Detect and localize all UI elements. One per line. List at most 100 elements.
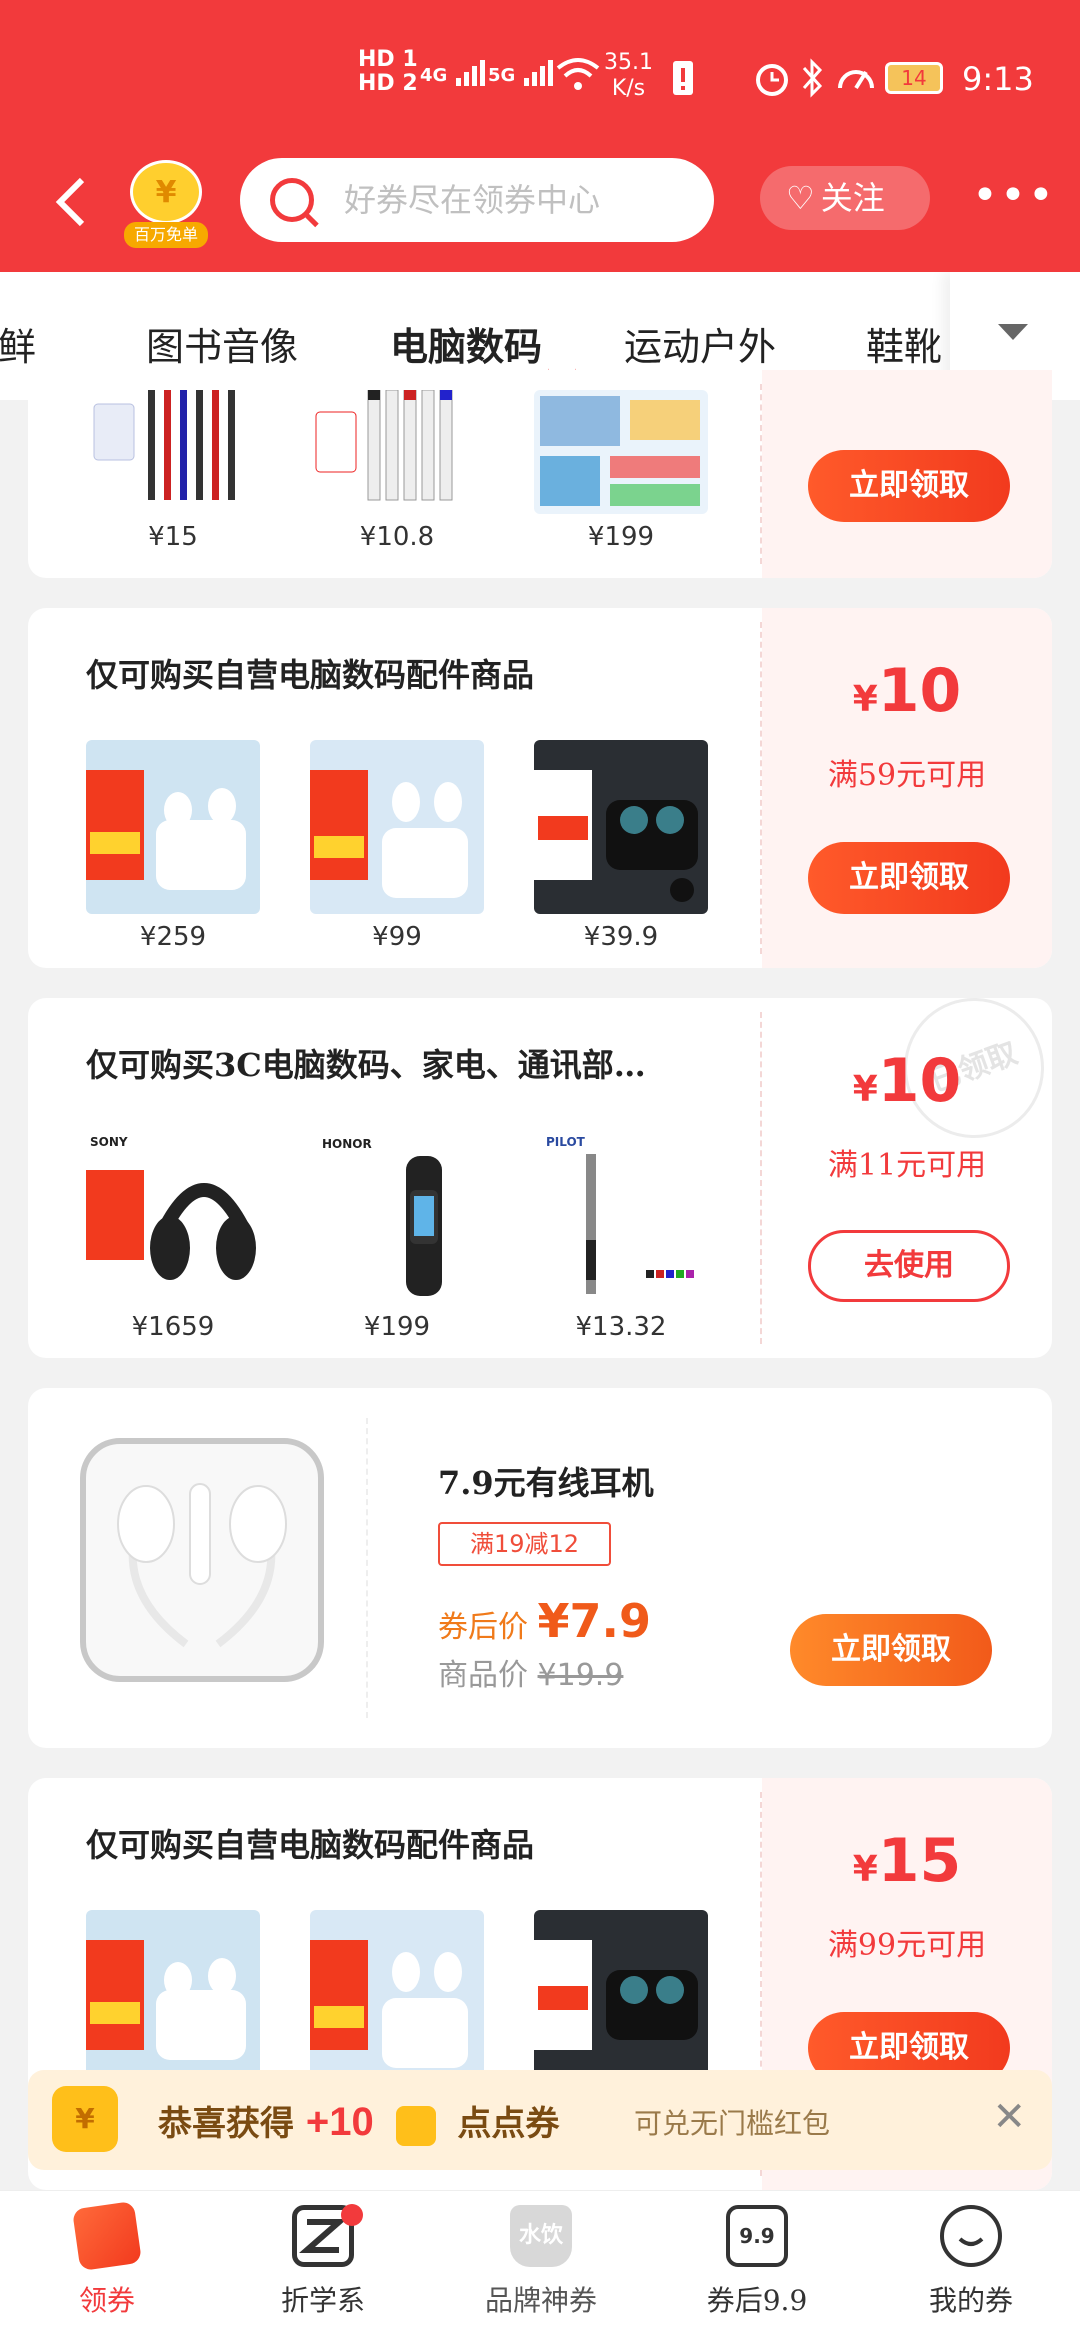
notification-dot: [341, 2204, 363, 2226]
earbuds-image: [86, 740, 260, 914]
product-price: ¥259: [139, 922, 207, 952]
pens-image: [93, 390, 235, 500]
close-icon[interactable]: ✕: [992, 2094, 1026, 2140]
amount-value: 10: [877, 656, 962, 726]
use-coupon-button[interactable]: 去使用: [808, 1230, 1010, 1302]
headphones-image: SONY: [86, 1130, 260, 1304]
claim-coupon-button[interactable]: 立即领取: [808, 450, 1010, 522]
nav-coupons[interactable]: 领券: [32, 2200, 182, 2319]
status-bar: HD 1 HD 2 4G 5G 35.1 K/s 14 9:13: [0, 0, 1080, 150]
after-coupon-value: ¥7.9: [537, 1594, 652, 1648]
bluetooth-icon: [802, 58, 823, 98]
product-item[interactable]: ¥259: [86, 740, 260, 952]
coupon-amount: ¥10: [762, 656, 1052, 726]
nav-label: 品牌神券: [484, 2284, 597, 2317]
earbuds-image-2: [310, 740, 484, 914]
nav-after-coupon-9-9[interactable]: 9.9 券后9.9: [682, 2205, 832, 2319]
product-item[interactable]: HONOR ¥199: [310, 1130, 484, 1342]
product-item[interactable]: ¥10.8: [310, 390, 484, 552]
wifi-icon: [556, 58, 600, 90]
nav-label: 我的券: [928, 2284, 1013, 2317]
svg-text:HONOR: HONOR: [322, 1137, 372, 1151]
nav-label: 领券: [78, 2284, 135, 2317]
toast-message: 恭喜获得 +10 点点券: [158, 2096, 559, 2146]
toast-coupon-name: 点点券: [457, 2104, 560, 2144]
mascot-label: 百万免单: [124, 222, 208, 248]
product-item[interactable]: ¥39.9: [534, 740, 708, 952]
currency-symbol: ¥: [852, 1069, 878, 1110]
after-coupon-label: 券后价: [438, 1610, 528, 1645]
bottom-nav: 领券 折学系 水饮 品牌神券 9.9 券后9.9 我的券: [0, 2190, 1080, 2340]
follow-button[interactable]: ♡ 关注: [760, 166, 930, 230]
speed-unit: K/s: [611, 76, 646, 101]
pen-image: PILOT: [534, 1130, 708, 1304]
earbuds-image: [86, 1910, 260, 2084]
tab-computer-digital[interactable]: 电脑数码: [390, 316, 542, 371]
wired-earphones-image: [117, 1483, 287, 1648]
toast-subtext: 可兑无门槛红包: [634, 2107, 831, 2140]
original-price-value: ¥19.9: [537, 1658, 624, 1693]
coupon-card: 仅可购买自营电脑数码配件商品 ¥259 ¥99 ¥39.9 ¥10 满59元可用…: [28, 608, 1052, 968]
claim-coupon-button[interactable]: 立即领取: [808, 842, 1010, 914]
net-5g-label: 5G: [488, 65, 516, 86]
marker-set-image: [310, 390, 484, 514]
pen-set-image: [86, 390, 260, 514]
toast-prefix: 恭喜获得: [158, 2104, 294, 2144]
tab-fresh[interactable]: 生鲜: [0, 316, 36, 371]
battery-icon: 14: [885, 62, 943, 94]
claim-deal-button[interactable]: 立即领取: [790, 1614, 992, 1686]
product-item[interactable]: ¥199: [534, 390, 708, 552]
search-box[interactable]: [240, 158, 714, 242]
sony-headphones-image: SONY: [86, 1135, 256, 1280]
reward-toast[interactable]: ¥ 恭喜获得 +10 点点券 可兑无门槛红包 ✕: [28, 2070, 1052, 2170]
coin-icon: ¥: [130, 160, 202, 224]
nine-nine-icon: 9.9: [726, 2205, 788, 2267]
nav-label: 券后9.9: [706, 2284, 808, 2317]
smile-face-icon: [940, 2205, 1002, 2267]
hd-indicator: HD 1 HD 2: [358, 48, 418, 96]
more-icon[interactable]: •••: [972, 170, 1056, 221]
clock: 9:13: [962, 60, 1034, 98]
toast-points: +10: [305, 2100, 374, 2144]
pilot-pen-image: PILOT: [546, 1135, 694, 1294]
nav-zhexuexi[interactable]: 折学系: [248, 2204, 398, 2319]
hd1-label: HD 1: [358, 47, 418, 72]
free-order-mascot[interactable]: ¥ 百万免单: [124, 160, 208, 248]
alarm-icon: [756, 64, 788, 96]
black-earbuds-product-image: [534, 770, 698, 902]
nav-my-coupons[interactable]: 我的券: [896, 2205, 1046, 2319]
earbuds-image-2: [310, 1910, 484, 2084]
tab-shoes[interactable]: 鞋靴: [866, 316, 942, 371]
coupon-title: 仅可购买自营电脑数码配件商品: [86, 656, 535, 694]
back-button[interactable]: [52, 172, 102, 232]
earphone-image[interactable]: [80, 1438, 324, 1682]
product-item[interactable]: SONY ¥1659: [86, 1130, 260, 1342]
product-item[interactable]: [310, 1910, 484, 2084]
black-earbuds-image: [534, 740, 708, 914]
product-item[interactable]: PILOT ¥13.32: [534, 1130, 708, 1342]
product-item[interactable]: ¥99: [310, 740, 484, 952]
search-icon: [270, 178, 314, 222]
product-item[interactable]: [86, 1910, 260, 2084]
smile-glyph-icon: [958, 2237, 984, 2246]
earbuds-product-image: [86, 1940, 246, 2060]
svg-text:PILOT: PILOT: [546, 1135, 586, 1149]
product-price: ¥10.8: [359, 522, 435, 552]
search-input[interactable]: [344, 174, 684, 226]
honor-band-image: HONOR: [322, 1137, 442, 1296]
app-header: HD 1 HD 2 4G 5G 35.1 K/s 14 9:13 ¥ 百万免单: [0, 0, 1080, 272]
product-price: ¥15: [148, 522, 198, 552]
earbuds-product-image: [310, 770, 468, 898]
coupon-threshold: 满99元可用: [827, 1928, 987, 1963]
tab-sports-outdoor[interactable]: 运动户外: [624, 316, 776, 371]
amount-value: 10: [877, 1046, 962, 1116]
coupon-title: 仅可购买自营电脑数码配件商品: [86, 1826, 535, 1864]
product-item[interactable]: ¥15: [86, 390, 260, 552]
product-item[interactable]: [534, 1910, 708, 2084]
after-coupon-price: 券后价 ¥7.9: [438, 1594, 651, 1648]
speedometer-icon: [838, 70, 874, 90]
tab-books-media[interactable]: 图书音像: [146, 316, 298, 371]
coupon-threshold: 满59元可用: [827, 758, 987, 793]
water-drink-icon: 水饮: [510, 2205, 572, 2267]
nav-brand-coupons[interactable]: 水饮 品牌神券: [466, 2205, 616, 2319]
